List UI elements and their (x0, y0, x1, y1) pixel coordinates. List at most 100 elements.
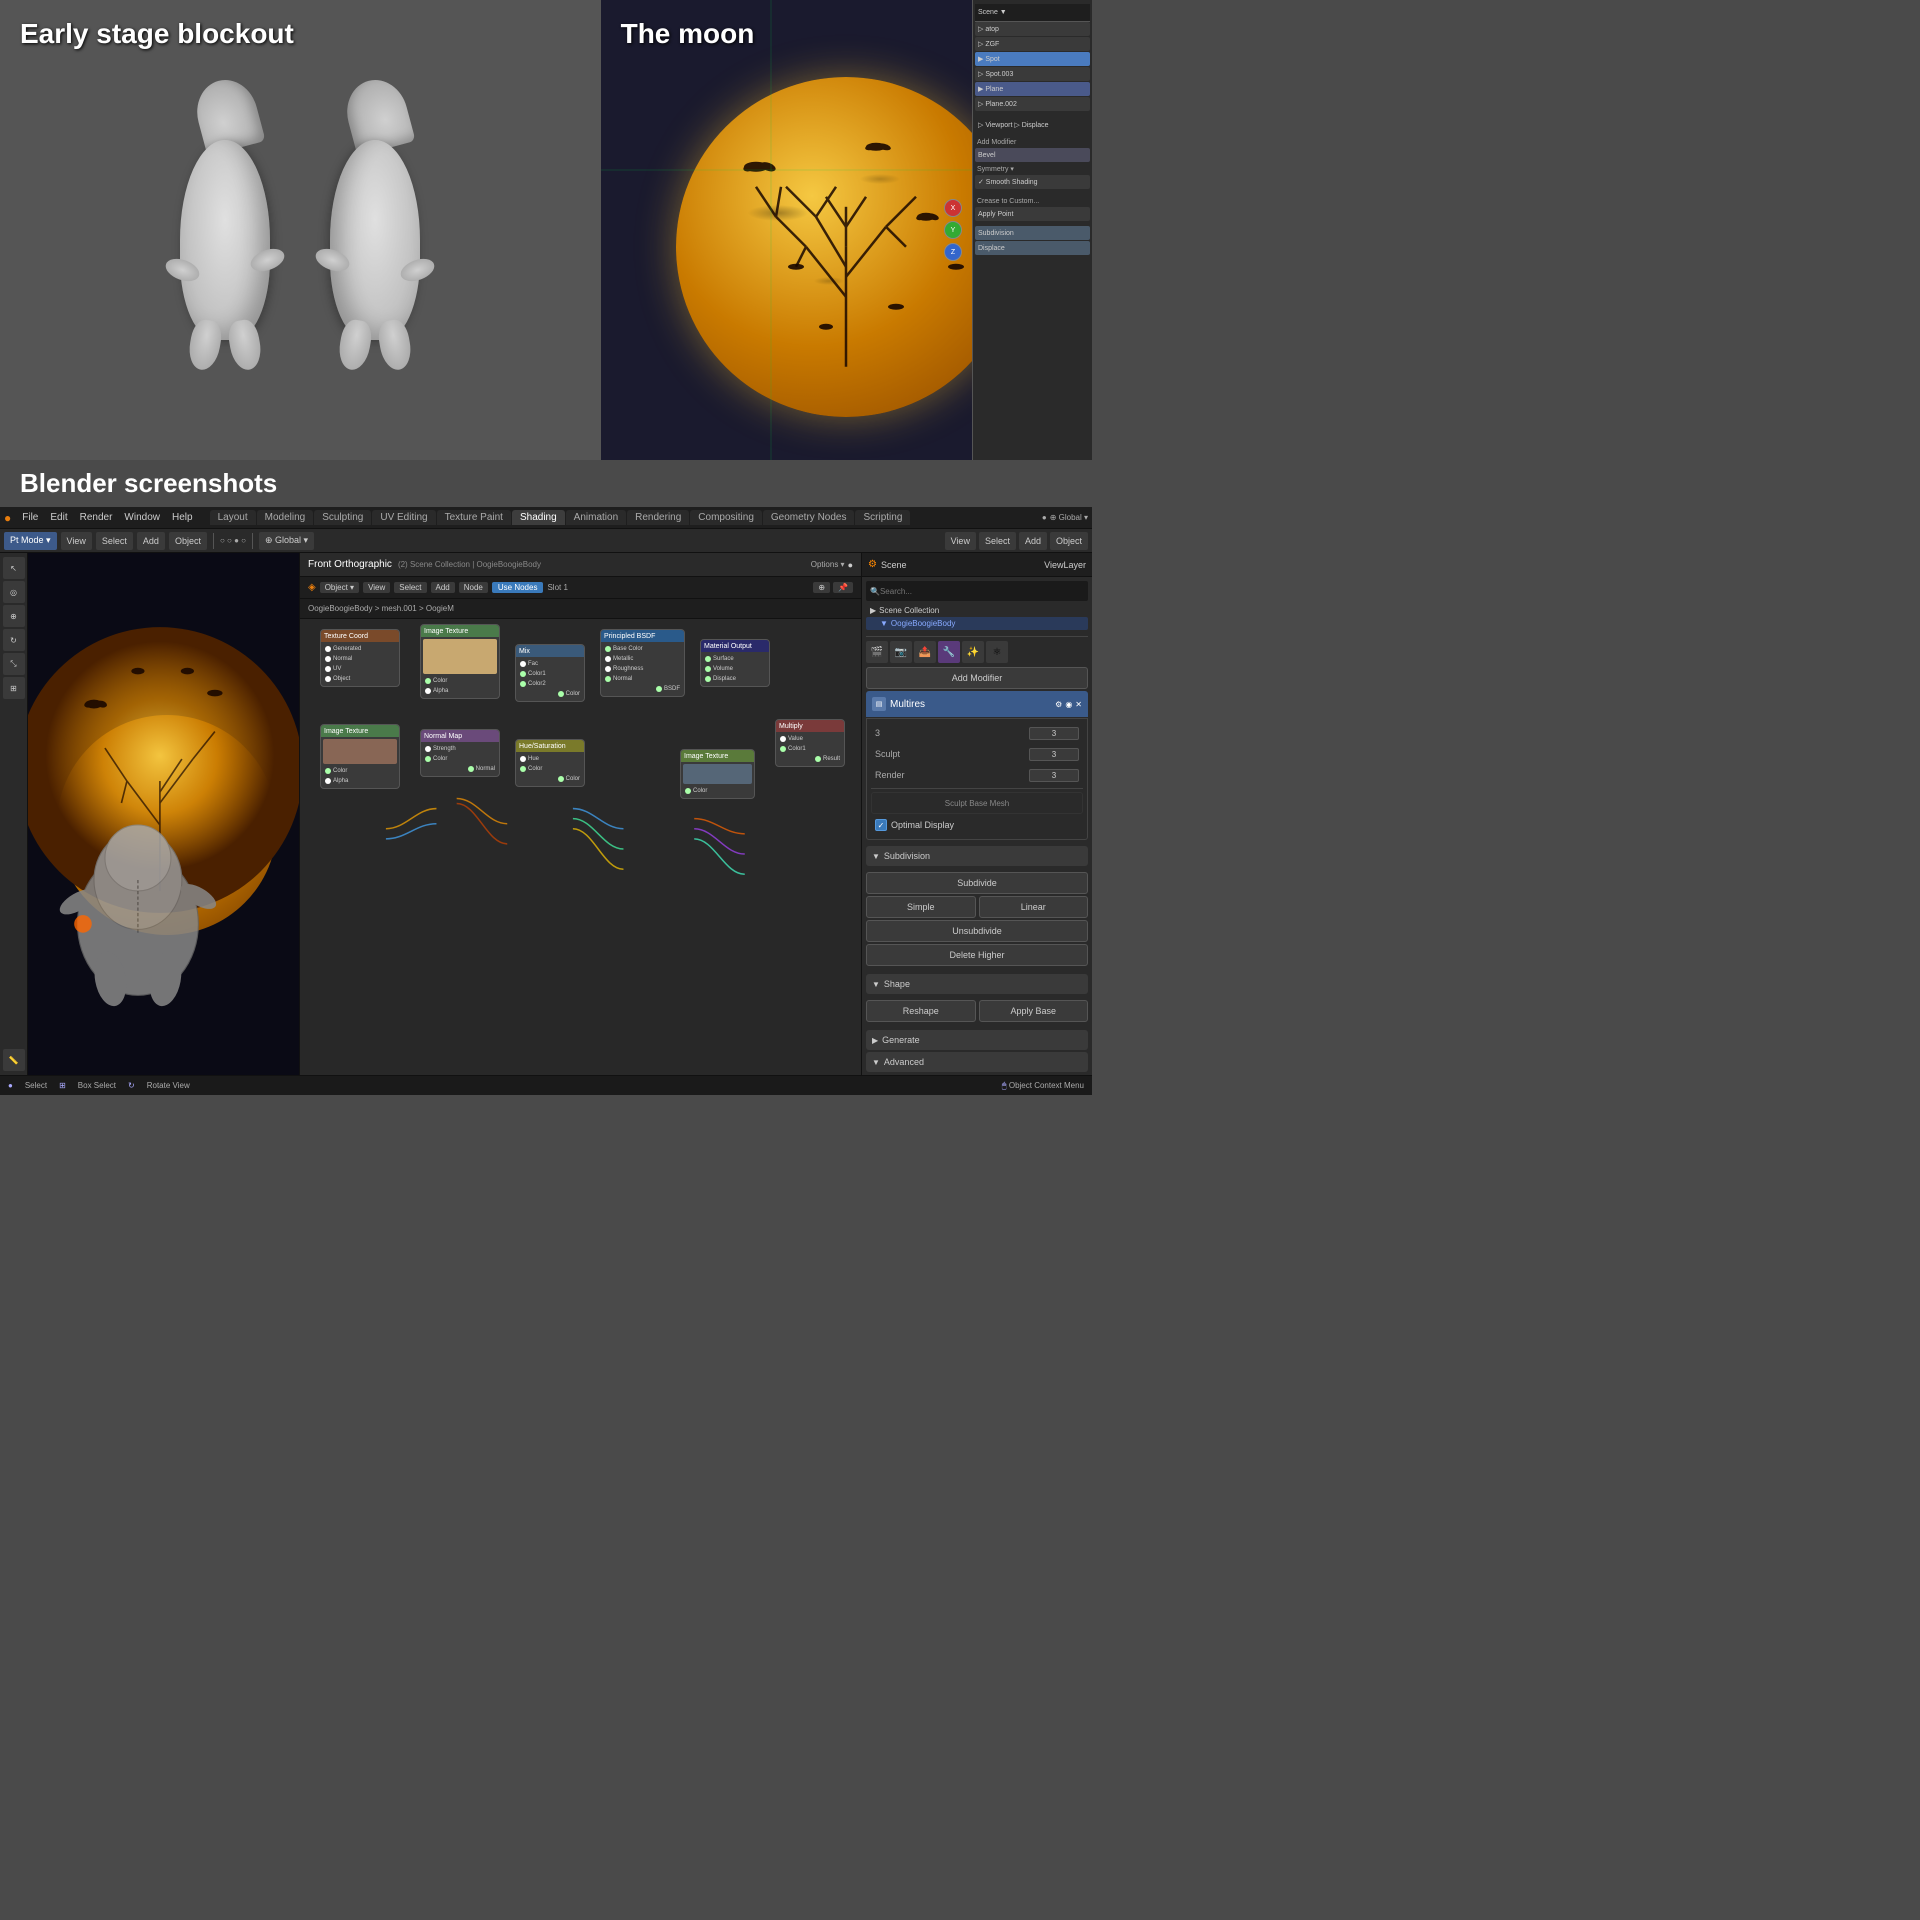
toolbar-scale[interactable]: ⤡ (3, 653, 25, 675)
subdivision-arrow: ▼ (872, 852, 880, 861)
linear-btn[interactable]: Linear (979, 896, 1089, 918)
prop-icon-physics[interactable]: ⚛ (986, 641, 1008, 663)
global-btn[interactable]: ⊕ Global ▾ (259, 532, 314, 550)
tab-scripting[interactable]: Scripting (855, 510, 910, 525)
shape-header[interactable]: ▼ Shape (866, 974, 1088, 994)
render-view: ○ ⊕ ✋ (28, 553, 300, 1075)
advanced-header[interactable]: ▼ Advanced (866, 1052, 1088, 1072)
render-bg: ○ ⊕ ✋ (28, 553, 300, 1075)
blender-logo: ● (4, 511, 11, 525)
node-texture-coord[interactable]: Texture Coord Generated Normal UV Object (320, 629, 400, 687)
menu-file[interactable]: File (17, 510, 43, 525)
tab-geometry-nodes[interactable]: Geometry Nodes (763, 510, 855, 525)
optimal-display-checkbox[interactable]: ✓ (875, 819, 887, 831)
sculpt-value[interactable]: 3 (1029, 748, 1079, 761)
tab-sculpting[interactable]: Sculpting (314, 510, 371, 525)
toolbar-move[interactable]: ⊕ (3, 605, 25, 627)
nav-dot-x[interactable]: X (944, 199, 962, 217)
pt-mode-btn[interactable]: Pt Mode ▾ (4, 532, 57, 550)
subdivision-header[interactable]: ▼ Subdivision (866, 846, 1088, 866)
toolbar-select[interactable]: ↖ (3, 557, 25, 579)
object-btn[interactable]: Object (169, 532, 207, 550)
nav-dot-z[interactable]: Z (944, 243, 962, 261)
menu-render[interactable]: Render (75, 510, 118, 525)
use-nodes-btn[interactable]: Use Nodes (492, 582, 544, 593)
toolbar-transform[interactable]: ⊞ (3, 677, 25, 699)
unsubdivide-btn[interactable]: Unsubdivide (866, 920, 1088, 942)
properties-icon: ⚙ (868, 559, 877, 570)
delete-higher-btn[interactable]: Delete Higher (866, 944, 1088, 966)
menu-edit[interactable]: Edit (45, 510, 72, 525)
node-node-btn[interactable]: Node (459, 582, 488, 593)
tab-rendering[interactable]: Rendering (627, 510, 689, 525)
node-view-btn[interactable]: View (363, 582, 390, 593)
toolbar-rotate[interactable]: ↻ (3, 629, 25, 651)
node-image-1[interactable]: Image Texture Color Alpha (420, 624, 500, 699)
prop-icon-render[interactable]: 📷 (890, 641, 912, 663)
modifier-ctrl-3[interactable]: ✕ (1075, 700, 1082, 709)
outliner-search[interactable] (880, 587, 1084, 596)
tab-texture-paint[interactable]: Texture Paint (437, 510, 511, 525)
node-normal-map[interactable]: Normal Map Strength Color Normal (420, 729, 500, 777)
node-output[interactable]: Material Output Surface Volume Displace (700, 639, 770, 687)
node-image-2[interactable]: Image Texture Color Alpha (320, 724, 400, 789)
tab-shading[interactable]: Shading (512, 510, 565, 525)
collection-label: Scene Collection (879, 606, 939, 615)
node-bsdf[interactable]: Principled BSDF Base Color Metallic Roug… (600, 629, 685, 697)
simple-btn[interactable]: Simple (866, 896, 976, 918)
subdivide-btn[interactable]: Subdivide (866, 872, 1088, 894)
reshape-btn[interactable]: Reshape (866, 1000, 976, 1022)
toolbar-measure[interactable]: 📏 (3, 1049, 25, 1071)
status-box-icon: ⊞ (59, 1081, 66, 1090)
tab-modeling[interactable]: Modeling (257, 510, 314, 525)
ghost-arm-l-2 (398, 255, 438, 286)
render-value[interactable]: 3 (1029, 769, 1079, 782)
add-modifier-btn[interactable]: Add Modifier (866, 667, 1088, 689)
node-object-btn[interactable]: Object ▾ (320, 582, 359, 593)
node-pin-btn[interactable]: 📌 (833, 582, 853, 593)
menu-window[interactable]: Window (119, 510, 165, 525)
select-btn-2[interactable]: Select (979, 532, 1016, 550)
menu-help[interactable]: Help (167, 510, 198, 525)
apply-base-btn[interactable]: Apply Base (979, 1000, 1089, 1022)
level-viewport-value[interactable]: 3 (1029, 727, 1079, 740)
nav-dot-y[interactable]: Y (944, 221, 962, 239)
view-btn[interactable]: View (61, 532, 92, 550)
add-btn[interactable]: Add (137, 532, 165, 550)
tab-uv-editing[interactable]: UV Editing (372, 510, 435, 525)
sculpt-base-mesh-btn[interactable]: Sculpt Base Mesh (871, 792, 1083, 814)
render-label: Render (875, 770, 1029, 780)
prop-icon-output[interactable]: 📤 (914, 641, 936, 663)
prop-icon-scene[interactable]: 🎬 (866, 641, 888, 663)
tab-compositing[interactable]: Compositing (690, 510, 762, 525)
node-mix-1[interactable]: Mix Fac Color1 Color2 Color (515, 644, 585, 702)
toolbar-cursor[interactable]: ◎ (3, 581, 25, 603)
prop-icon-particle[interactable]: ✨ (962, 641, 984, 663)
generate-header[interactable]: ▶ Generate (866, 1030, 1088, 1050)
add-btn-2[interactable]: Add (1019, 532, 1047, 550)
object-btn-2[interactable]: Object (1050, 532, 1088, 550)
node-add-btn[interactable]: Add (431, 582, 455, 593)
node-editor-content[interactable]: Texture Coord Generated Normal UV Object… (300, 619, 861, 1075)
panel-displace: Displace (975, 241, 1090, 255)
status-select-icon: ● (8, 1081, 13, 1090)
node-extra-2[interactable]: Multiply Value Color1 Result (775, 719, 845, 767)
node-roughness[interactable]: Hue/Saturation Hue Color Color (515, 739, 585, 787)
shape-label: Shape (884, 979, 910, 989)
tab-layout[interactable]: Layout (210, 510, 256, 525)
select-btn[interactable]: Select (96, 532, 133, 550)
top-right-panel: The moon (601, 0, 1092, 460)
node-select-btn[interactable]: Select (394, 582, 426, 593)
node-view-controls[interactable]: ⊕ (813, 582, 830, 593)
view-btn-2[interactable]: View (945, 532, 976, 550)
ghost-arm-r-1 (248, 245, 288, 276)
node-extra-1[interactable]: Image Texture Color (680, 749, 755, 799)
modifier-ctrl-2[interactable]: ◉ (1065, 700, 1072, 709)
object-name: OogieBoogieBody (891, 619, 956, 628)
node-view-label: View (368, 583, 385, 592)
prop-icon-modifier[interactable]: 🔧 (938, 641, 960, 663)
subdivision-label: Subdivision (884, 851, 930, 861)
modifier-ctrl-1[interactable]: ⚙ (1055, 700, 1062, 709)
tab-animation[interactable]: Animation (566, 510, 626, 525)
scene-collection-label: (2) Scene Collection | OogieBoogieBody (398, 560, 541, 569)
